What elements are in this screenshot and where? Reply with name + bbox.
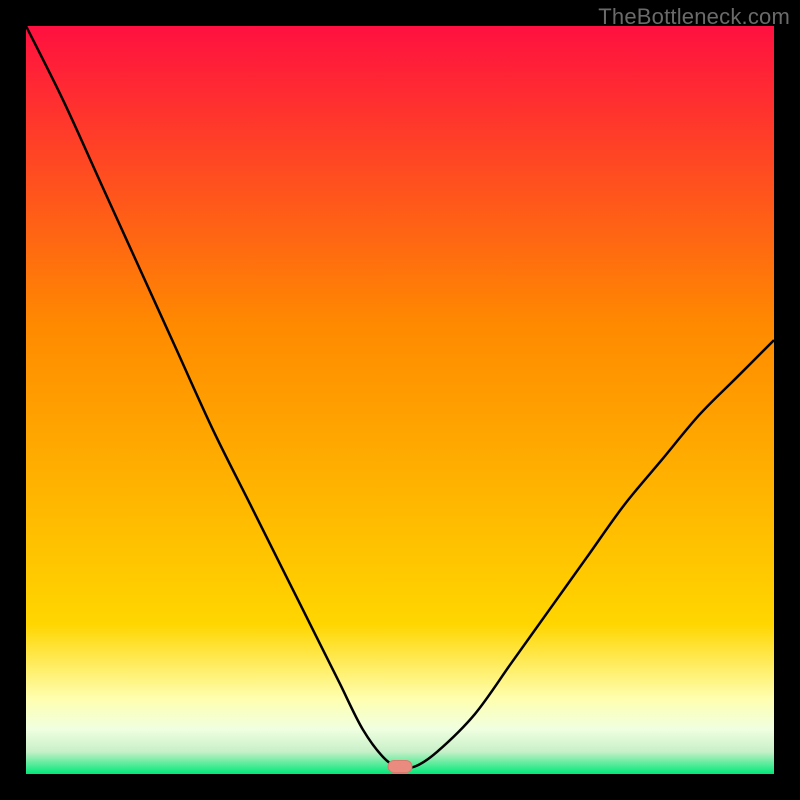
bottleneck-plot bbox=[26, 26, 774, 774]
watermark-label: TheBottleneck.com bbox=[598, 4, 790, 30]
optimum-marker bbox=[388, 761, 412, 773]
chart-frame: TheBottleneck.com bbox=[0, 0, 800, 800]
gradient-background bbox=[26, 26, 774, 774]
